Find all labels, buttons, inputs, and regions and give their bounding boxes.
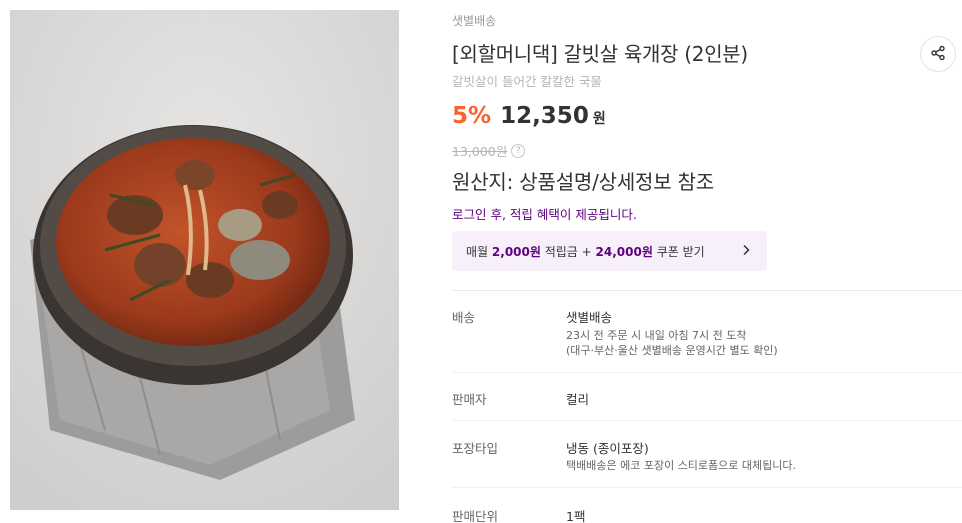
packaging-note: 택배배송은 에코 포장이 스티로폼으로 대체됩니다. <box>566 459 797 472</box>
delivery-note-line2: (대구·부산·울산 샛별배송 운영시간 별도 확인) <box>566 344 778 357</box>
share-icon <box>930 45 946 64</box>
detail-label-delivery: 배송 <box>452 310 476 325</box>
product-info-panel: 샛별배송 [외할머니댁] 갈빗살 육개장 (2인분) 갈빗살이 들어간 칼칼한 … <box>452 0 962 523</box>
price-row: 5% 12,350 원 <box>452 103 606 129</box>
row-divider <box>452 420 962 421</box>
row-divider <box>452 372 962 373</box>
detail-label-packaging: 포장타입 <box>452 441 499 456</box>
detail-value-packaging: 냉동 (종이포장) <box>566 441 649 456</box>
chevron-right-icon <box>739 242 753 261</box>
share-button[interactable] <box>920 36 956 72</box>
detail-label-unit: 판매단위 <box>452 509 499 523</box>
origin-info: 원산지: 상품설명/상세정보 참조 <box>452 170 714 194</box>
login-benefit-notice: 로그인 후, 적립 혜택이 제공됩니다. <box>452 207 637 222</box>
discount-rate: 5% <box>452 103 492 129</box>
coupon-text: 매월 2,000원 적립금 + 24,000원 쿠폰 받기 <box>466 244 705 259</box>
row-divider <box>452 487 962 488</box>
currency-unit: 원 <box>592 111 606 127</box>
product-title: [외할머니댁] 갈빗살 육개장 (2인분) <box>452 42 748 66</box>
coupon-points: 2,000원 <box>491 244 541 259</box>
product-subtitle: 갈빗살이 들어간 칼칼한 국물 <box>452 74 602 89</box>
detail-label-seller: 판매자 <box>452 392 487 407</box>
original-price-row: 13,000원 ? <box>452 141 526 160</box>
product-image <box>10 10 399 510</box>
sale-price: 12,350 <box>500 103 589 129</box>
original-price: 13,000원 <box>452 144 508 159</box>
detail-value-unit: 1팩 <box>566 509 586 523</box>
section-divider <box>452 290 962 291</box>
detail-value-seller: 컬리 <box>566 392 590 407</box>
coupon-banner-button[interactable]: 매월 2,000원 적립금 + 24,000원 쿠폰 받기 <box>452 231 767 271</box>
question-circle-icon[interactable]: ? <box>511 143 526 158</box>
detail-value-delivery: 샛별배송 <box>566 310 613 325</box>
coupon-amount: 24,000원 <box>595 244 653 259</box>
delivery-type-label: 샛별배송 <box>452 14 497 28</box>
